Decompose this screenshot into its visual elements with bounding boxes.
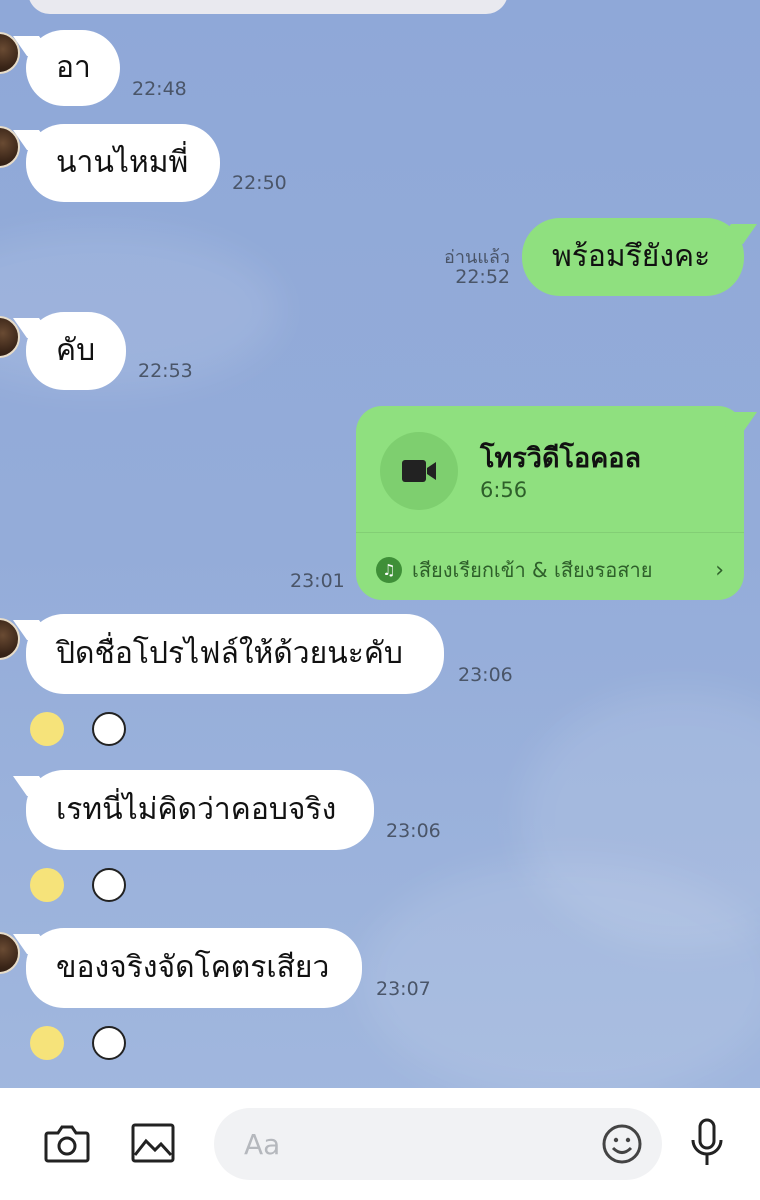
message-input[interactable]: Aa xyxy=(214,1108,662,1180)
camera-icon[interactable] xyxy=(42,1118,92,1168)
heart-eyes-reaction-icon[interactable] xyxy=(92,868,126,902)
message-text: ปิดชื่อโปรไฟล์ให้ด้วยนะคับ xyxy=(56,636,403,671)
message-time: 23:07 xyxy=(376,978,431,1000)
chat-area[interactable]: อา 22:48 นานไหมพี่ 22:50 อ่านแล้ว 22:52 … xyxy=(0,0,760,1088)
divider xyxy=(356,532,744,533)
message-time: 22:48 xyxy=(132,78,187,100)
message-text: นานไหมพี่ xyxy=(56,145,189,180)
message-bubble[interactable]: พร้อมรึยังคะ xyxy=(522,218,744,296)
message-text: คับ xyxy=(56,333,96,368)
message-time: 22:53 xyxy=(138,360,193,382)
ringtone-label: เสียงเรียกเข้า & เสียงรอสาย xyxy=(412,558,653,582)
message-text: เรทนี่ไม่คิดว่าคอบจริง xyxy=(56,792,337,827)
call-title: โทรวิดีโอคอล xyxy=(480,443,642,474)
message-text: อา xyxy=(56,50,91,85)
message-time: 23:06 xyxy=(386,820,441,842)
emoji-icon[interactable] xyxy=(600,1122,644,1166)
message-time: 22:52 xyxy=(455,266,510,288)
heart-eyes-reaction-icon[interactable] xyxy=(92,1026,126,1060)
message-bubble[interactable]: อา xyxy=(26,30,120,106)
message-text: ของจริงจัดโคตรเสียว xyxy=(56,950,330,985)
message-bubble[interactable]: ของจริงจัดโคตรเสียว xyxy=(26,928,362,1008)
music-note-icon: ♫ xyxy=(376,557,402,583)
smile-reaction-icon[interactable] xyxy=(30,1026,64,1060)
ringtone-link[interactable]: ♫ เสียงเรียกเข้า & เสียงรอสาย › xyxy=(376,552,724,588)
video-camera-icon xyxy=(380,432,458,510)
microphone-icon[interactable] xyxy=(684,1116,730,1170)
heart-eyes-reaction-icon[interactable] xyxy=(92,712,126,746)
message-time: 22:50 xyxy=(232,172,287,194)
message-bubble[interactable]: ปิดชื่อโปรไฟล์ให้ด้วยนะคับ xyxy=(26,614,444,694)
message-bubble[interactable]: เรทนี่ไม่คิดว่าคอบจริง xyxy=(26,770,374,850)
message-text: พร้อมรึยังคะ xyxy=(552,239,711,274)
message-bubble[interactable]: คับ xyxy=(26,312,126,390)
message-bubble[interactable]: นานไหมพี่ xyxy=(26,124,220,202)
chevron-right-icon: › xyxy=(715,557,724,583)
message-input-placeholder: Aa xyxy=(244,1128,281,1161)
video-call-card[interactable]: โทรวิดีโอคอล 6:56 ♫ เสียงเรียกเข้า & เสี… xyxy=(356,406,744,600)
message-input-bar: Aa xyxy=(0,1088,760,1200)
message-time: 23:06 xyxy=(458,664,513,686)
image-icon[interactable] xyxy=(128,1118,178,1168)
call-time: 23:01 xyxy=(290,570,345,592)
smile-reaction-icon[interactable] xyxy=(30,868,64,902)
partial-message-bubble[interactable] xyxy=(28,0,508,14)
smile-reaction-icon[interactable] xyxy=(30,712,64,746)
call-duration: 6:56 xyxy=(480,478,528,502)
